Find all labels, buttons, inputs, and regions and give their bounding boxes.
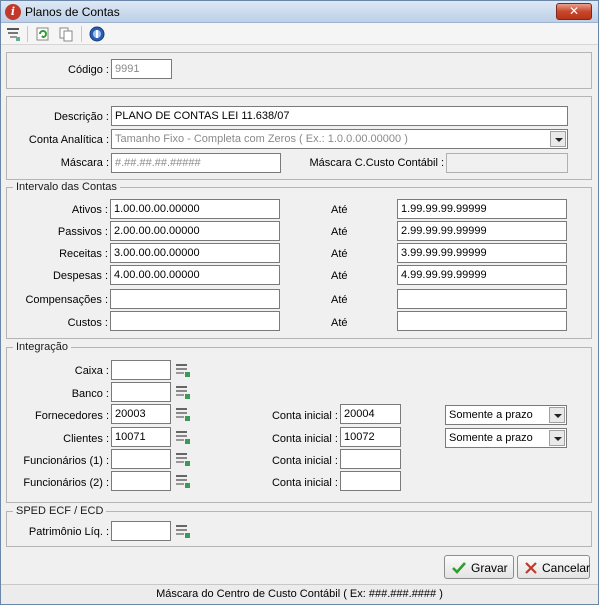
descricao-label: Descrição : (53, 111, 109, 123)
ate-label: Até (331, 317, 348, 329)
compensacoes-from-field[interactable] (110, 289, 280, 309)
ativos-label: Ativos : (71, 204, 108, 216)
fornecedores-prazo-value: Somente a prazo (449, 409, 533, 421)
descricao-panel: Descrição : PLANO DE CONTAS LEI 11.638/0… (6, 96, 592, 180)
banco-label: Banco : (71, 388, 109, 400)
receitas-from-field[interactable]: 3.00.00.00.00000 (110, 243, 280, 263)
clientes-label: Clientes : (63, 433, 109, 445)
funcionarios-2-conta-inicial-field[interactable] (340, 471, 401, 491)
planos-de-contas-window: i Planos de Contas ✕ Código: 9991 Descr… (0, 0, 599, 605)
lookup-icon[interactable] (175, 429, 191, 445)
receitas-label: Receitas : (59, 248, 108, 260)
passivos-to-field[interactable]: 2.99.99.99.99999 (397, 221, 567, 241)
gravar-button[interactable]: Gravar (444, 555, 514, 579)
conta-inicial-label: Conta inicial : (271, 477, 338, 489)
lookup-icon[interactable] (175, 384, 191, 400)
custos-to-field[interactable] (397, 311, 567, 331)
cancelar-label: Cancelar (542, 561, 591, 575)
ativos-from-field[interactable]: 1.00.00.00.00000 (110, 199, 280, 219)
lookup-icon[interactable] (175, 451, 191, 467)
banco-field[interactable] (111, 382, 171, 402)
clientes-prazo-select[interactable]: Somente a prazo (445, 428, 567, 448)
sped-title: SPED ECF / ECD (16, 505, 104, 517)
funcionarios-1-field[interactable] (111, 449, 171, 469)
codigo-field[interactable]: 9991 (111, 59, 172, 79)
passivos-from-field[interactable]: 2.00.00.00.00000 (110, 221, 280, 241)
ativos-to-field[interactable]: 1.99.99.99.99999 (397, 199, 567, 219)
conta-inicial-label: Conta inicial : (271, 455, 338, 467)
conta-analitica-select[interactable]: Tamanho Fixo - Completa com Zeros ( Ex.:… (111, 129, 568, 149)
window-title: Planos de Contas (25, 5, 120, 19)
check-icon (452, 562, 466, 574)
title-bar: i Planos de Contas ✕ (1, 1, 598, 23)
ate-label: Até (331, 294, 348, 306)
despesas-from-field[interactable]: 4.00.00.00.00000 (110, 265, 280, 285)
integracao-rows: Caixa : Banco : Fornecedores : 20003 Con… (6, 341, 592, 503)
close-button[interactable]: ✕ (556, 3, 592, 20)
despesas-to-field[interactable]: 4.99.99.99.99999 (397, 265, 567, 285)
refresh-icon[interactable] (34, 25, 52, 43)
toolbar-separator (81, 26, 82, 42)
chevron-down-icon[interactable] (549, 430, 565, 446)
lookup-icon[interactable] (175, 362, 191, 378)
filter-icon[interactable] (5, 25, 23, 43)
caixa-field[interactable] (111, 360, 171, 380)
ate-label: Até (331, 226, 348, 238)
clientes-field[interactable]: 10071 (111, 427, 171, 447)
toolbar (1, 23, 598, 45)
patrimonio-label: Patrimônio Líq. : (28, 526, 109, 538)
intervalo-rows: Ativos : 1.00.00.00.00000 Até 1.99.99.99… (6, 181, 592, 339)
conta-inicial-label: Conta inicial : (271, 433, 338, 445)
lookup-icon[interactable] (175, 523, 191, 539)
fornecedores-prazo-select[interactable]: Somente a prazo (445, 405, 567, 425)
fornecedores-field[interactable]: 20003 (111, 404, 171, 424)
funcionarios-1-conta-inicial-field[interactable] (340, 449, 401, 469)
fornecedores-label: Fornecedores : (35, 410, 109, 422)
ate-label: Até (331, 248, 348, 260)
codigo-label: Código : (68, 64, 109, 76)
conta-analitica-label: Conta Analítica : (28, 134, 109, 146)
app-info-icon: i (5, 4, 21, 20)
funcionarios-2-label: Funcionários (2) : (23, 477, 109, 489)
despesas-label: Despesas : (52, 270, 108, 282)
lookup-icon[interactable] (175, 406, 191, 422)
cancelar-button[interactable]: Cancelar (517, 555, 590, 579)
mascara-label: Máscara : (60, 157, 109, 169)
codigo-panel: Código : 9991 (6, 52, 592, 89)
ate-label: Até (331, 204, 348, 216)
compensacoes-label: Compensações : (25, 294, 108, 306)
status-bar: Máscara do Centro de Custo Contábil ( Ex… (1, 584, 598, 604)
funcionarios-2-field[interactable] (111, 471, 171, 491)
caixa-label: Caixa : (74, 365, 109, 377)
chevron-down-icon[interactable] (549, 407, 565, 423)
conta-inicial-label: Conta inicial : (271, 410, 338, 422)
clientes-conta-inicial-field[interactable]: 10072 (340, 427, 401, 447)
fornecedores-conta-inicial-field[interactable]: 20004 (340, 404, 401, 424)
passivos-label: Passivos : (57, 226, 108, 238)
ate-label: Até (331, 270, 348, 282)
mascara-ccusto-label: Máscara C.Custo Contábil : (309, 157, 445, 169)
mascara-ccusto-field[interactable] (446, 153, 568, 173)
custos-label: Custos : (67, 317, 108, 329)
conta-analitica-value: Tamanho Fixo - Completa com Zeros ( Ex.:… (115, 133, 408, 145)
clientes-prazo-value: Somente a prazo (449, 432, 533, 444)
help-icon[interactable] (88, 25, 106, 43)
chevron-down-icon[interactable] (550, 131, 566, 147)
lookup-icon[interactable] (175, 473, 191, 489)
receitas-to-field[interactable]: 3.99.99.99.99999 (397, 243, 567, 263)
toolbar-separator (27, 26, 28, 42)
copy-icon[interactable] (57, 25, 75, 43)
close-icon (525, 562, 537, 574)
mascara-field[interactable]: #.##.##.##.##### (111, 153, 281, 173)
funcionarios-1-label: Funcionários (1) : (23, 455, 109, 467)
compensacoes-to-field[interactable] (397, 289, 567, 309)
gravar-label: Gravar (471, 561, 508, 575)
patrimonio-field[interactable] (111, 521, 171, 541)
descricao-field[interactable]: PLANO DE CONTAS LEI 11.638/07 (111, 106, 568, 126)
custos-from-field[interactable] (110, 311, 280, 331)
